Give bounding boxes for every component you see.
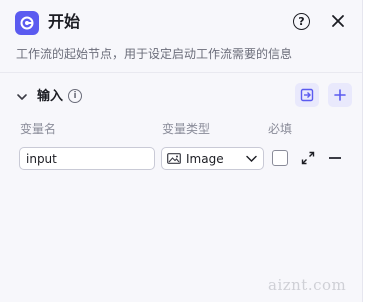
minus-icon[interactable] <box>329 157 341 159</box>
variable-type-value: Image <box>186 152 224 166</box>
start-node-panel: 开始 ? 工作流的起始节点，用于设定启动工作流需要的信息 输入 i 变量名 变量… <box>0 0 363 302</box>
variable-name-input[interactable] <box>19 147 155 170</box>
chevron-down-icon[interactable] <box>16 91 28 103</box>
start-node-glyph <box>20 16 34 30</box>
input-section-header: 输入 i <box>0 83 362 111</box>
close-icon[interactable] <box>330 13 346 29</box>
column-header-name: 变量名 <box>20 122 57 136</box>
help-circle-icon[interactable]: ? <box>293 13 310 30</box>
header-divider <box>0 72 362 73</box>
column-header-type: 变量类型 <box>162 122 211 136</box>
info-icon[interactable]: i <box>68 89 82 103</box>
expand-icon[interactable] <box>301 151 315 165</box>
add-variable-button[interactable] <box>328 83 352 107</box>
node-description: 工作流的起始节点，用于设定启动工作流需要的信息 <box>16 47 293 61</box>
required-checkbox[interactable] <box>272 150 288 166</box>
plus-icon <box>334 89 346 101</box>
import-variable-button[interactable] <box>295 83 319 107</box>
panel-header: 开始 ? 工作流的起始节点，用于设定启动工作流需要的信息 <box>0 0 362 72</box>
watermark: aiznt.com <box>268 276 347 294</box>
variable-type-select[interactable]: Image <box>161 147 264 170</box>
section-title: 输入 <box>37 89 64 104</box>
import-icon <box>300 88 314 102</box>
image-icon <box>167 153 181 164</box>
page-title: 开始 <box>48 12 81 31</box>
chevron-down-icon <box>246 155 257 162</box>
start-node-icon <box>15 11 39 35</box>
column-header-required: 必填 <box>268 122 293 136</box>
